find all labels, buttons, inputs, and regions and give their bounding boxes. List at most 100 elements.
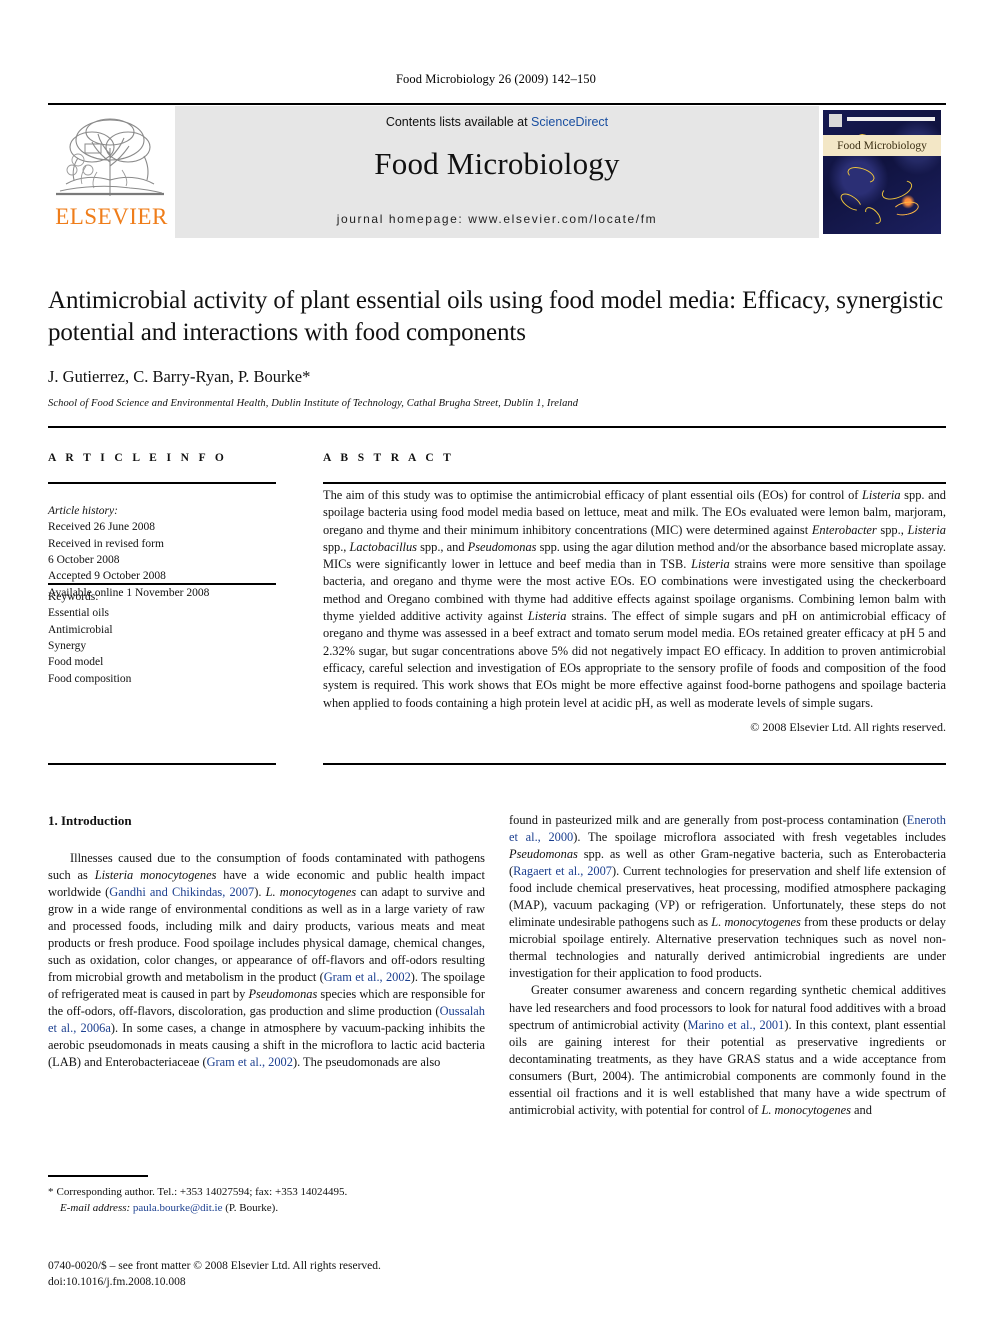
article-history-item: Received 26 June 2008 [48,521,155,534]
taxon-pseudomonas: Pseudomonas [248,987,318,1002]
citation-link[interactable]: Gram et al., 2002 [324,970,411,984]
body-column-right: found in pasteurized milk and are genera… [509,812,946,1119]
intro-paragraph-2: Greater consumer awareness and concern r… [509,982,946,1118]
taxon-l-monocytogenes: Listeria monocytogenes [94,867,217,882]
intro-paragraph-cont: found in pasteurized milk and are genera… [509,812,946,982]
taxon-l-monocytogenes: L. monocytogenes [711,915,801,930]
abstract-copyright: © 2008 Elsevier Ltd. All rights reserved… [750,719,946,734]
taxon-lactobacillus: Lactobacillus [349,539,417,554]
footnote-star-marker: * [48,1186,54,1198]
taxon-pseudomonas: Pseudomonas [467,539,537,554]
journal-masthead: ELSEVIER Contents lists available at Sci… [48,103,946,238]
body-seg: ). [254,884,266,899]
citation-link[interactable]: Marino et al., 2001 [687,1018,784,1032]
keyword-item: Synergy [48,639,87,652]
article-info-column: A R T I C L E I N F O [48,452,276,464]
taxon-listeria: Listeria [907,522,946,537]
keyword-item: Essential oils [48,607,110,620]
body-seg: ). In this context, plant essential oils… [509,1017,946,1117]
email-label: E-mail address: [60,1201,131,1214]
journal-cover-thumbnail[interactable]: Food Microbiology [819,106,946,238]
abstract-seg: spp., and [417,539,468,554]
microbe-squiggle-icon [862,204,884,227]
email-link[interactable]: paula.bourke@dit.ie [133,1202,223,1214]
taxon-enterobacter: Enterobacter [811,522,877,537]
corresponding-author-text: Corresponding author. Tel.: +353 1402759… [56,1186,348,1198]
abstract-seg: The aim of this study was to optimise th… [323,488,863,502]
microbe-squiggle-icon [891,199,921,218]
page-title: Antimicrobial activity of plant essentia… [48,287,944,346]
contents-lists-line: Contents lists available at ScienceDirec… [175,115,819,129]
cover-top-bar [829,114,935,127]
doi-line: doi:10.1016/j.fm.2008.10.008 [48,1276,186,1289]
contents-lists-text: Contents lists available at [385,115,532,129]
article-history-label: Article history: [48,505,118,517]
email-owner: (P. Bourke). [225,1201,279,1214]
intro-paragraph: Illnesses caused due to the consumption … [48,850,485,1072]
issn-copyright-line: 0740-0020/$ – see front matter © 2008 El… [48,1260,381,1272]
taxon-listeria: Listeria [862,488,901,502]
journal-homepage-link[interactable]: journal homepage: www.elsevier.com/locat… [175,212,819,226]
masthead-band: Contents lists available at ScienceDirec… [175,106,819,238]
keywords-label: Keywords: [48,591,99,603]
keyword-item: Antimicrobial [48,623,113,636]
keywords-rule [48,583,276,585]
abstract-text: The aim of this study was to optimise th… [323,487,946,712]
abstract-heading: A B S T R A C T [323,452,455,464]
abstract-rule [323,482,946,484]
abstract-seg: spp., [323,539,350,554]
cover-journal-title: Food Microbiology [837,139,927,152]
citation-link[interactable]: Gandhi and Chikindas, 2007 [109,885,254,899]
taxon-l-monocytogenes: L. monocytogenes [265,884,357,899]
cover-artwork: Food Microbiology [823,110,941,234]
info-section-top-rule [48,426,946,428]
microbe-squiggle-icon [879,176,915,204]
section-heading-introduction: 1. Introduction [48,813,132,828]
keyword-item: Food model [48,656,104,669]
keyword-item: Food composition [48,672,132,685]
email-note: E-mail address: paula.bourke@dit.ie (P. … [48,1201,485,1217]
body-column-left: 1. Introduction Illnesses caused due to … [48,812,485,1071]
taxon-listeria: Listeria [527,609,567,624]
affiliation: School of Food Science and Environmental… [48,398,579,409]
cover-white-bar [847,117,935,121]
body-seg: and [850,1102,872,1117]
masthead-top-rule [48,103,946,105]
article-history-item: Received in revised form [48,537,164,550]
info-bottom-rule [48,763,276,765]
abstract-column: A B S T R A C T [323,452,946,464]
cover-title-strap: Food Microbiology [823,135,941,156]
author-list: J. Gutierrez, C. Barry-Ryan, P. Bourke* [48,367,311,386]
elsevier-mark-icon [829,114,842,127]
article-info-rule [48,482,276,484]
footnote-block: * Corresponding author. Tel.: +353 140275… [48,1185,485,1217]
abstract-seg: strains. The effect of simple sugars and… [323,609,946,710]
microbe-squiggle-icon [845,164,877,186]
corresponding-author-note: * Corresponding author. Tel.: +353 140275… [48,1185,485,1201]
title-block: Antimicrobial activity of plant essentia… [48,285,946,409]
abstract-seg: spp., [876,522,908,537]
taxon-listeria: Listeria [691,557,730,572]
citation-link[interactable]: Ragaert et al., 2007 [513,864,612,878]
article-info-heading: A R T I C L E I N F O [48,452,228,464]
taxon-l-monocytogenes: L. monocytogenes [761,1102,851,1117]
body-seg: found in pasteurized milk and are genera… [509,813,907,827]
imprint-block: 0740-0020/$ – see front matter © 2008 El… [48,1258,548,1291]
paper-page: Food Microbiology 26 (2009) 142–150 ELSE… [0,0,992,1323]
elsevier-logo: ELSEVIER [48,106,175,238]
journal-title: Food Microbiology [374,146,620,181]
abstract-body-wrap: The aim of this study was to optimise th… [323,487,946,735]
citation-link[interactable]: Gram et al., 2002 [207,1055,293,1069]
body-seg: ). The pseudomonads are also [292,1055,441,1070]
elsevier-wordmark: ELSEVIER [55,204,168,229]
taxon-pseudomonas: Pseudomonas [509,847,578,862]
body-seg: ). The spoilage microflora associated wi… [573,830,946,845]
article-history-item: 6 October 2008 [48,553,120,566]
footnote-rule [48,1175,148,1177]
microbe-squiggle-icon [837,190,865,214]
elsevier-tree-icon [52,114,168,200]
abstract-bottom-rule [323,763,946,765]
keywords-block: Keywords: Essential oils Antimicrobial S… [48,589,276,687]
sciencedirect-link[interactable]: ScienceDirect [531,115,608,129]
running-head: Food Microbiology 26 (2009) 142–150 [395,72,597,86]
